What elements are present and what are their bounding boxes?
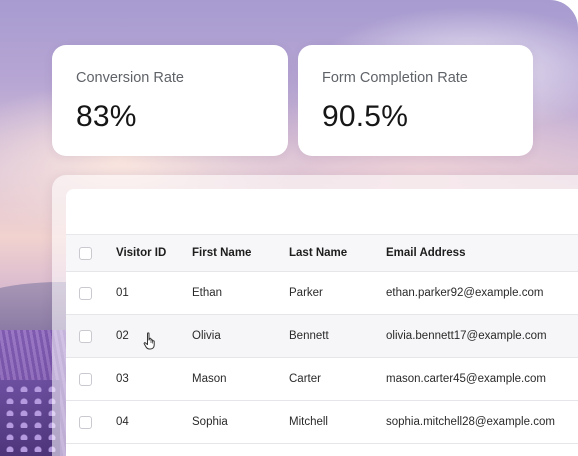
cell-email: sophia.mitchell28@example.com xyxy=(386,416,555,428)
cell-first-name: Olivia xyxy=(192,330,221,342)
table-header-row: Visitor ID First Name Last Name Email Ad… xyxy=(66,235,578,272)
cell-first-name: Mason xyxy=(192,373,227,385)
cell-last-name: Mitchell xyxy=(289,416,328,428)
cell-visitor-id: 04 xyxy=(116,416,129,428)
header-visitor-id[interactable]: Visitor ID xyxy=(116,247,166,259)
row-checkbox[interactable] xyxy=(79,372,92,386)
form-completion-rate-card: Form Completion Rate 90.5% xyxy=(298,45,533,156)
conversion-rate-value: 83% xyxy=(76,100,137,133)
select-all-checkbox[interactable] xyxy=(79,246,92,260)
table-row[interactable]: 03 Mason Carter mason.carter45@example.c… xyxy=(66,358,578,401)
cell-last-name: Bennett xyxy=(289,330,329,342)
header-email-address[interactable]: Email Address xyxy=(386,247,465,259)
cell-first-name: Sophia xyxy=(192,416,228,428)
conversion-rate-card: Conversion Rate 83% xyxy=(52,45,288,156)
background-lavender-flowers xyxy=(0,380,60,456)
conversion-rate-label: Conversion Rate xyxy=(76,70,184,86)
table-toolbar xyxy=(66,189,578,235)
cell-email: ethan.parker92@example.com xyxy=(386,287,544,299)
cell-first-name: Ethan xyxy=(192,287,223,299)
row-checkbox[interactable] xyxy=(79,415,92,429)
cell-visitor-id: 01 xyxy=(116,287,129,299)
table-row[interactable]: 04 Sophia Mitchell sophia.mitchell28@exa… xyxy=(66,401,578,444)
visitor-table: Visitor ID First Name Last Name Email Ad… xyxy=(66,189,578,456)
row-checkbox[interactable] xyxy=(79,329,92,343)
row-checkbox[interactable] xyxy=(79,286,92,300)
cell-visitor-id: 02 xyxy=(116,330,129,342)
hand-pointer-icon xyxy=(143,332,155,350)
form-completion-rate-value: 90.5% xyxy=(322,100,409,133)
header-last-name[interactable]: Last Name xyxy=(289,247,347,259)
cell-email: mason.carter45@example.com xyxy=(386,373,546,385)
cell-email: olivia.bennett17@example.com xyxy=(386,330,547,342)
cell-visitor-id: 03 xyxy=(116,373,129,385)
form-completion-rate-label: Form Completion Rate xyxy=(322,70,468,86)
table-row[interactable]: 01 Ethan Parker ethan.parker92@example.c… xyxy=(66,272,578,315)
cell-last-name: Carter xyxy=(289,373,321,385)
header-first-name[interactable]: First Name xyxy=(192,247,251,259)
cell-last-name: Parker xyxy=(289,287,323,299)
